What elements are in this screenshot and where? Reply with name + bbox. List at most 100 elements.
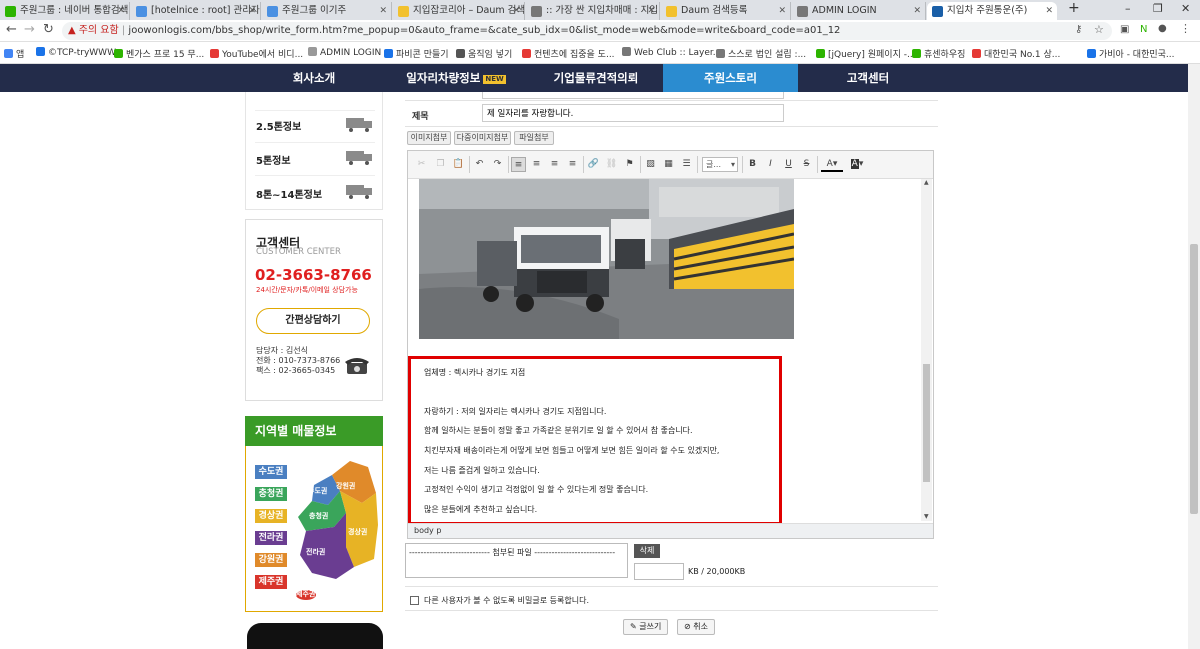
- bookmark-item[interactable]: 휴센하우징: [912, 47, 965, 60]
- close-tab-icon[interactable]: ✕: [778, 2, 786, 20]
- anchor-flag-icon[interactable]: ⚑: [622, 157, 637, 172]
- multi-image-attach-button[interactable]: 다중이미지첨부: [454, 131, 511, 145]
- browser-tab[interactable]: Daum 검색등록 ✕: [661, 2, 791, 20]
- profile-icon[interactable]: ●: [1158, 23, 1167, 34]
- bookmark-item[interactable]: Web Club :: Layer...: [622, 47, 721, 58]
- content-line[interactable]: 저는 나름 즐겁게 일하고 있습니다.: [424, 465, 540, 476]
- bookmark-item[interactable]: 컨텐츠에 집중을 도...: [522, 47, 615, 60]
- region-btn-sudo[interactable]: 수도권: [255, 465, 287, 479]
- copy-icon[interactable]: ❐: [433, 157, 448, 172]
- bookmark-item[interactable]: YouTube에서 비디...: [210, 47, 303, 60]
- font-color-button[interactable]: A▾: [821, 157, 843, 172]
- close-window-button[interactable]: ✕: [1181, 2, 1190, 15]
- editor-scroll-thumb[interactable]: [923, 364, 930, 482]
- bg-color-button[interactable]: A▾: [846, 157, 868, 172]
- forward-icon[interactable]: →: [24, 22, 35, 37]
- browser-tab[interactable]: [hotelnice : root] 관리자 페 ✕: [131, 2, 261, 20]
- file-attach-button[interactable]: 파일첨부: [514, 131, 554, 145]
- undo-icon[interactable]: ↶: [472, 157, 487, 172]
- align-center-icon[interactable]: ≡: [529, 157, 544, 172]
- content-line[interactable]: 고정적인 수익이 생기고 걱정없이 일 할 수 있다는게 정말 좋습니다.: [424, 484, 648, 495]
- unlink-icon[interactable]: ⛓: [604, 157, 619, 172]
- bookmark-item[interactable]: [jQuery] 원페이지 -...: [816, 47, 916, 60]
- bookmark-item[interactable]: 가비아 - 대한민국...: [1087, 47, 1175, 60]
- browser-tab[interactable]: 주원그룹 : 네이버 통합검색 ✕: [0, 2, 130, 20]
- image-attach-button[interactable]: 이미지첨부: [407, 131, 451, 145]
- content-line[interactable]: 업체명 : 렉시카나 경기도 지점: [424, 367, 525, 378]
- bookmark-item[interactable]: 벤가스 프로 15 무...: [114, 47, 204, 60]
- font-size-select[interactable]: 글... ▾: [702, 157, 738, 172]
- bookmark-item[interactable]: ADMIN LOGIN: [308, 47, 381, 58]
- back-icon[interactable]: ←: [6, 22, 17, 37]
- close-tab-icon[interactable]: ✕: [248, 2, 256, 20]
- close-tab-icon[interactable]: ✕: [379, 2, 387, 20]
- nav-customer[interactable]: 고객센터: [798, 64, 938, 92]
- menu-icon[interactable]: ⋮: [1180, 22, 1191, 35]
- table-icon[interactable]: ▦: [661, 157, 676, 172]
- close-tab-icon[interactable]: ✕: [1045, 2, 1053, 20]
- editor-scrollbar[interactable]: ▲ ▼: [921, 179, 932, 521]
- link-icon[interactable]: 🔗: [586, 157, 601, 172]
- secret-checkbox[interactable]: [410, 596, 419, 605]
- close-tab-icon[interactable]: ✕: [647, 2, 655, 20]
- content-line[interactable]: 자랑하기 : 저의 일자리는 렉시카나 경기도 지점입니다.: [424, 406, 606, 417]
- align-right-icon[interactable]: ≡: [547, 157, 562, 172]
- strike-button[interactable]: S: [799, 157, 814, 172]
- content-line[interactable]: 많은 분들에게 추천하고 싶습니다.: [424, 504, 537, 515]
- ton-item-8-14[interactable]: 8톤~14톤정보: [256, 186, 322, 201]
- submit-button[interactable]: ✎ 글쓰기: [623, 619, 669, 635]
- bookmark-item[interactable]: 파비콘 만들기: [384, 47, 449, 60]
- cancel-button[interactable]: ⊘ 취소: [677, 619, 715, 635]
- browser-tab[interactable]: 지입잡코리아 – Daum 검색 ✕: [393, 2, 525, 20]
- scroll-up-icon[interactable]: ▲: [924, 179, 929, 186]
- image-icon[interactable]: ▨: [643, 157, 658, 172]
- browser-tab[interactable]: 주원그룹 이기주 ✕: [262, 2, 392, 20]
- korea-map[interactable]: [292, 455, 382, 603]
- region-btn-chungcheong[interactable]: 충청권: [255, 487, 287, 501]
- consult-button[interactable]: 간편상담하기: [256, 308, 370, 334]
- region-btn-jeju[interactable]: 제주권: [255, 575, 287, 589]
- region-btn-gangwon[interactable]: 강원권: [255, 553, 287, 567]
- paste-icon[interactable]: 📋: [451, 157, 466, 172]
- scrollbar-thumb[interactable]: [1190, 244, 1198, 514]
- truck-photo[interactable]: [419, 179, 794, 339]
- browser-tab[interactable]: :: 가장 싼 지입차매매 : 지입 ✕: [526, 2, 660, 20]
- region-btn-gyeongsang[interactable]: 경상권: [255, 509, 287, 523]
- minimize-button[interactable]: –: [1125, 2, 1131, 15]
- underline-button[interactable]: U: [781, 157, 796, 172]
- close-tab-icon[interactable]: ✕: [512, 2, 520, 20]
- content-line[interactable]: 치킨부자재 배송이라는게 어떻게 보면 힘들고 어떻게 보면 힘든 일이라 할 …: [424, 445, 719, 456]
- align-left-icon[interactable]: ≡: [511, 157, 526, 172]
- delete-file-button[interactable]: 삭제: [634, 544, 660, 558]
- star-icon[interactable]: ☆: [1094, 23, 1104, 36]
- nav-story[interactable]: 주원스토리: [663, 64, 798, 92]
- bold-button[interactable]: B: [745, 157, 760, 172]
- bookmark-item[interactable]: ©TCP-tryWWW: [36, 47, 116, 58]
- phone-banner-image[interactable]: [247, 623, 383, 649]
- ton-item-2-5[interactable]: 2.5톤정보: [256, 118, 301, 133]
- close-tab-icon[interactable]: ✕: [913, 2, 921, 20]
- cut-icon[interactable]: ✂: [414, 157, 429, 172]
- scroll-down-icon[interactable]: ▼: [924, 513, 929, 520]
- bookmark-item[interactable]: 스스로 법인 설립 :...: [716, 47, 806, 60]
- nav-company[interactable]: 회사소개: [245, 64, 383, 92]
- maximize-button[interactable]: ❐: [1153, 2, 1163, 15]
- extension-icon[interactable]: ▣: [1120, 24, 1129, 35]
- key-icon[interactable]: ⚷: [1075, 24, 1082, 35]
- new-tab-button[interactable]: +: [1068, 0, 1080, 16]
- bookmark-item[interactable]: 대한민국 No.1 상...: [972, 47, 1060, 60]
- hr-icon[interactable]: ☰: [679, 157, 694, 172]
- align-justify-icon[interactable]: ≡: [565, 157, 580, 172]
- browser-tab[interactable]: ADMIN LOGIN ✕: [792, 2, 926, 20]
- attached-files-list[interactable]: ---------------------------- 첨부된 파일 ----…: [405, 543, 628, 578]
- ton-item-5[interactable]: 5톤정보: [256, 152, 291, 167]
- close-tab-icon[interactable]: ✕: [117, 2, 125, 20]
- nav-estimate[interactable]: 기업물류견적의뢰: [529, 64, 663, 92]
- region-btn-jeolla[interactable]: 전라권: [255, 531, 287, 545]
- nav-jobs[interactable]: 일자리차량정보 NEW: [383, 64, 529, 92]
- reload-icon[interactable]: ↻: [43, 22, 54, 37]
- italic-button[interactable]: I: [763, 157, 778, 172]
- file-size-field[interactable]: [634, 563, 684, 580]
- browser-tab-active[interactable]: 지입차 주원통운(주) ✕: [927, 2, 1057, 20]
- redo-icon[interactable]: ↷: [490, 157, 505, 172]
